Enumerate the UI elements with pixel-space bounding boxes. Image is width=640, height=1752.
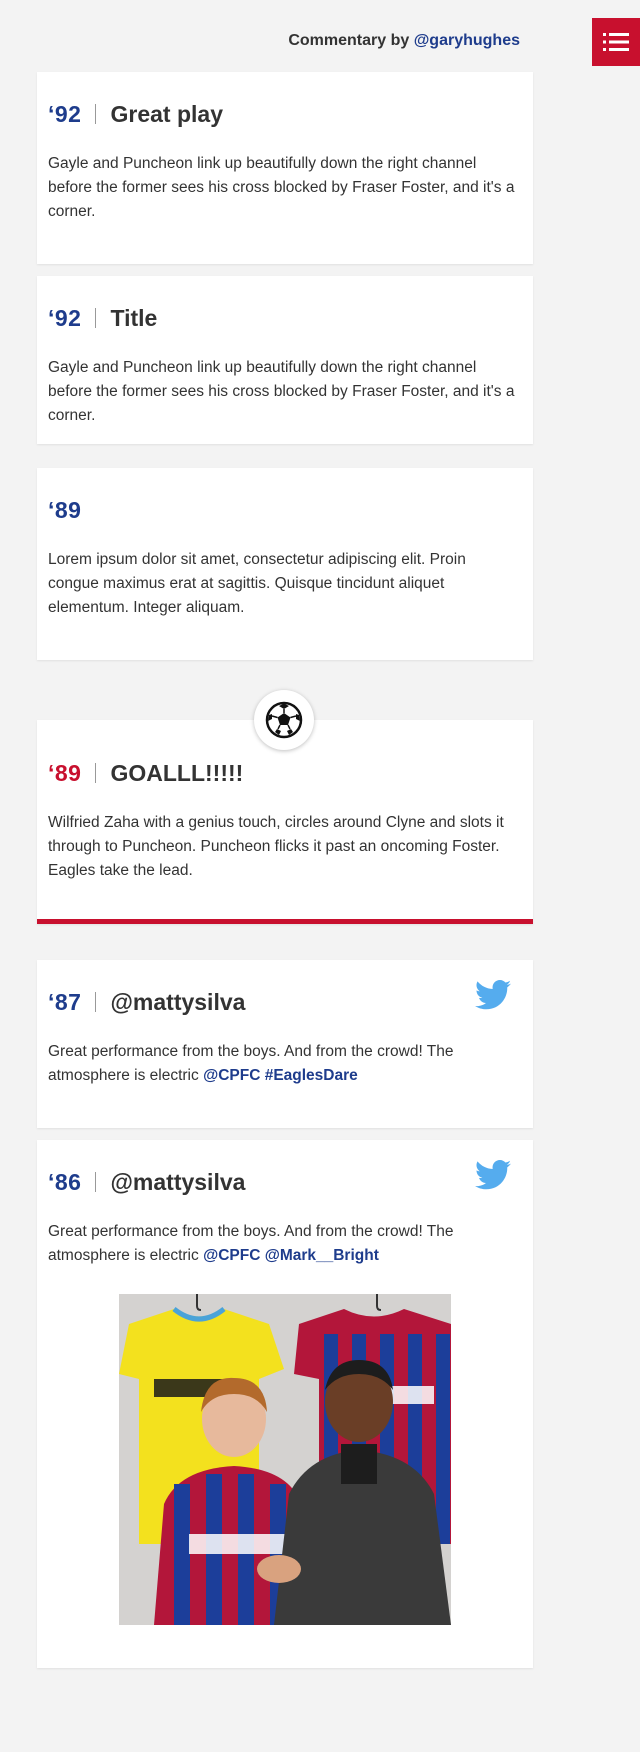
- tweet-mention-link[interactable]: @CPFC: [203, 1247, 260, 1264]
- card-header: ‘92 Great play: [48, 99, 522, 129]
- minute-label: ‘87: [48, 988, 82, 1015]
- goal-highlight-bar: [37, 919, 533, 924]
- divider: [95, 1172, 97, 1192]
- tweet-author[interactable]: @mattysilva: [110, 989, 245, 1016]
- tweet-mention-link[interactable]: @CPFC: [203, 1067, 260, 1084]
- football-icon-badge: [254, 690, 314, 750]
- card-title: GOALLL!!!!!: [110, 759, 244, 786]
- tweet-card: ‘87 @mattysilva Great performance from t…: [37, 960, 533, 1128]
- commentary-card: ‘92 Title Gayle and Puncheon link up bea…: [37, 276, 533, 444]
- card-text: Gayle and Puncheon link up beautifully d…: [48, 155, 515, 220]
- card-header: ‘89: [48, 495, 522, 525]
- menu-button[interactable]: [592, 18, 640, 66]
- goal-card: ‘89 GOALLL!!!!! Wilfried Zaha with a gen…: [37, 720, 533, 924]
- tweet-card: ‘86 @mattysilva Great performance from t…: [37, 1140, 533, 1668]
- card-title: Great play: [110, 100, 223, 127]
- minute-label: ‘92: [48, 304, 82, 331]
- football-icon: [265, 701, 303, 739]
- card-title: Title: [110, 304, 158, 331]
- tweet-photo[interactable]: [119, 1294, 451, 1625]
- commentary-card: ‘92 Great play Gayle and Puncheon link u…: [37, 72, 533, 264]
- twitter-bird-icon[interactable]: [475, 980, 511, 1010]
- card-header: ‘87 @mattysilva: [48, 987, 522, 1017]
- divider: [95, 104, 97, 124]
- tweet-author[interactable]: @mattysilva: [110, 1169, 245, 1196]
- divider: [95, 763, 97, 783]
- commentary-card: ‘89 Lorem ipsum dolor sit amet, consecte…: [37, 468, 533, 660]
- twitter-bird-icon[interactable]: [475, 1160, 511, 1190]
- card-header: ‘89 GOALLL!!!!!: [48, 758, 522, 788]
- card-header: ‘86 @mattysilva: [48, 1167, 522, 1197]
- tweet-mention-link[interactable]: @Mark__Bright: [265, 1247, 379, 1264]
- minute-label: ‘89: [48, 759, 82, 786]
- tweet-text: Great performance from the boys. And fro…: [48, 1040, 522, 1088]
- tweet-text: Great performance from the boys. And fro…: [48, 1220, 522, 1268]
- commentary-byline: Commentary by @garyhughes: [0, 32, 520, 50]
- byline-prefix: Commentary by: [288, 32, 410, 49]
- divider: [95, 992, 97, 1012]
- list-menu-icon: [603, 33, 629, 51]
- card-text: Lorem ipsum dolor sit amet, consectetur …: [48, 551, 466, 616]
- card-header: ‘92 Title: [48, 303, 522, 333]
- minute-label: ‘92: [48, 100, 82, 127]
- tweet-hashtag-link[interactable]: #EaglesDare: [265, 1067, 358, 1084]
- card-text: Wilfried Zaha with a genius touch, circl…: [48, 814, 504, 879]
- minute-label: ‘86: [48, 1168, 82, 1195]
- card-text: Gayle and Puncheon link up beautifully d…: [48, 359, 515, 424]
- divider: [95, 308, 97, 328]
- minute-label: ‘89: [48, 496, 82, 523]
- commentator-handle-link[interactable]: @garyhughes: [414, 32, 520, 49]
- photo-illustration: [119, 1294, 451, 1625]
